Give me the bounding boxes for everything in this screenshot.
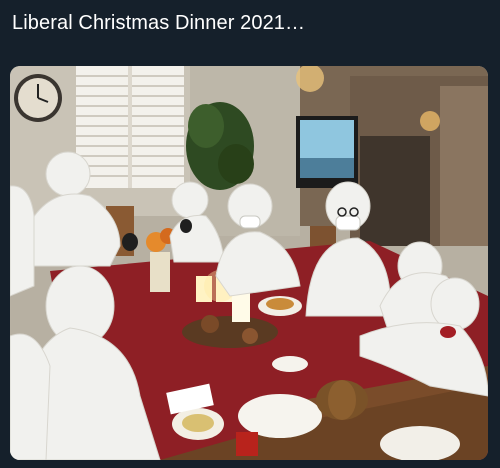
dinner-scene-image — [10, 66, 488, 460]
post-caption: Liberal Christmas Dinner 2021… — [12, 12, 306, 34]
window-blinds — [76, 66, 184, 188]
house-plant — [186, 102, 254, 190]
post-photo[interactable] — [10, 66, 488, 460]
pumpkin-decoration — [316, 380, 368, 420]
wall-clock-icon — [14, 74, 62, 122]
tv-screen — [296, 116, 358, 188]
